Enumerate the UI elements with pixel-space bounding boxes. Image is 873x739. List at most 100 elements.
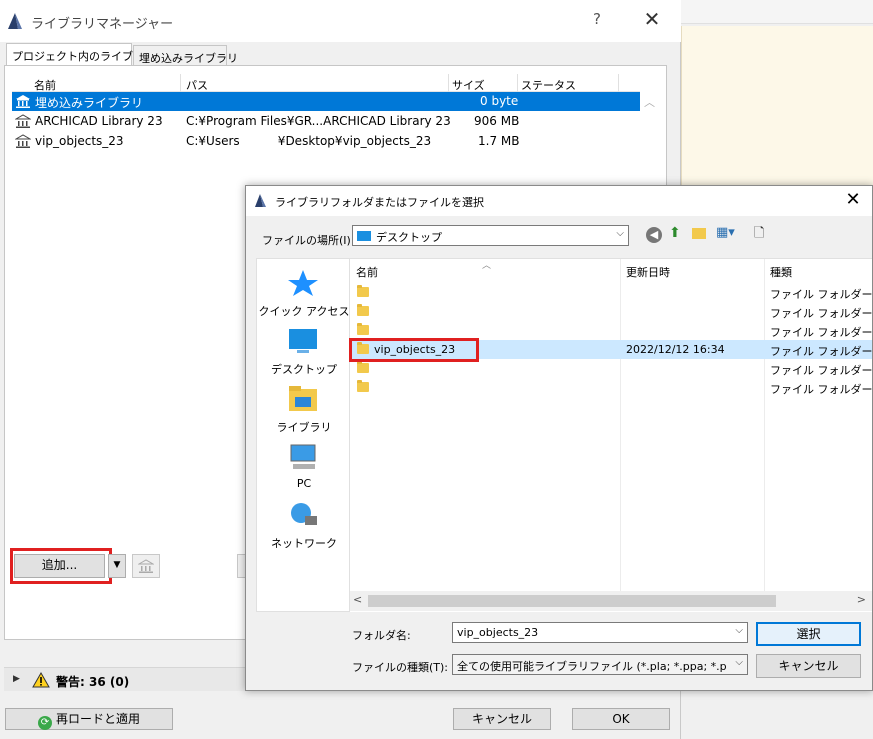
file-row[interactable]: ファイル フォルダー	[350, 302, 873, 321]
column-size[interactable]: サイズ	[452, 77, 485, 93]
file-type: ファイル フォルダー	[770, 307, 873, 320]
dialog-titlebar: ライブラリフォルダまたはファイルを選択 ✕	[246, 186, 872, 216]
refresh-icon: ⟳	[37, 716, 52, 730]
place-network[interactable]: ネットワーク	[257, 501, 351, 553]
view-menu-icon[interactable]: ▦▾	[716, 225, 735, 240]
library-name: ARCHICAD Library 23	[35, 114, 163, 128]
library-path: C:¥Users ¥Desktop¥vip_objects_23	[186, 134, 432, 148]
file-type: ファイル フォルダー	[770, 364, 873, 377]
file-row[interactable]: ファイル フォルダー	[350, 283, 873, 302]
column-name[interactable]: 名前	[356, 264, 378, 280]
dialog-close-icon[interactable]: ✕	[842, 189, 864, 211]
close-button[interactable]: ✕	[640, 8, 664, 30]
folder-name-input[interactable]: vip_objects_23 ⌵	[452, 622, 748, 643]
computer-icon	[290, 444, 316, 469]
library-row[interactable]: vip_objects_23 C:¥Users ¥Desktop¥vip_obj…	[12, 132, 640, 151]
help-button[interactable]: ?	[588, 10, 606, 28]
place-label: ネットワーク	[271, 537, 337, 550]
library-name: 埋め込みライブラリ	[35, 96, 144, 110]
warning-count: 警告: 36 (0)	[56, 675, 130, 689]
add-dropdown-button[interactable]: ▼	[108, 554, 126, 578]
chevron-down-icon: ▼	[113, 560, 121, 570]
dialog-cancel-button[interactable]: キャンセル	[756, 654, 861, 678]
place-label: PC	[296, 477, 312, 490]
tab-project-libraries[interactable]: プロジェクト内のライブラリ	[6, 43, 155, 67]
reload-apply-label: 再ロードと適用	[55, 712, 140, 726]
background-app-toolbar	[681, 0, 873, 24]
place-pc[interactable]: PC	[257, 443, 351, 495]
library-path: C:¥Program Files¥GR...ARCHICAD Library 2…	[186, 114, 451, 128]
library-row[interactable]: 埋め込みライブラリ 0 byte	[12, 92, 640, 111]
library-size: 0 byte	[480, 94, 519, 108]
file-modified: 2022/12/12 16:34	[626, 343, 725, 356]
reload-apply-button[interactable]: ⟳ 再ロードと適用	[5, 708, 173, 730]
library-remove-icon	[137, 559, 155, 573]
file-type-select[interactable]: 全ての使用可能ライブラリファイル (*.pla; *.ppa; *.pca; *…	[452, 654, 748, 675]
column-status[interactable]: ステータス	[521, 77, 576, 93]
place-label: クイック アクセス	[258, 305, 350, 318]
file-type: ファイル フォルダー	[770, 326, 873, 339]
add-button[interactable]: 追加...	[14, 554, 105, 578]
folder-icon	[357, 380, 369, 392]
up-folder-icon[interactable]: ⬆	[669, 225, 681, 241]
select-folder-dialog: ライブラリフォルダまたはファイルを選択 ✕ ファイルの場所(I): デスクトップ…	[245, 185, 873, 691]
expand-triangle-icon[interactable]: ▶	[13, 674, 20, 684]
file-type-label: ファイルの種類(T):	[352, 661, 449, 674]
ok-button[interactable]: OK	[572, 708, 670, 730]
library-size: 1.7 MB	[478, 134, 520, 148]
column-type[interactable]: 種類	[770, 264, 792, 280]
folder-name-label: フォルダ名:	[352, 629, 411, 642]
select-button[interactable]: 選択	[756, 622, 861, 646]
column-name[interactable]: 名前	[34, 77, 56, 93]
scroll-up-icon[interactable]: ︿	[644, 94, 655, 110]
chevron-down-icon: ⌵	[735, 657, 743, 668]
new-folder-icon[interactable]	[692, 228, 706, 239]
preview-icon[interactable]: 🗋	[754, 224, 764, 246]
library-row[interactable]: ARCHICAD Library 23 C:¥Program Files¥GR.…	[12, 112, 640, 131]
horizontal-scrollbar[interactable]: < >	[350, 591, 872, 611]
library-icon	[16, 95, 30, 108]
desktop-icon	[357, 231, 371, 241]
library-size: 906 MB	[474, 114, 520, 128]
place-label: ライブラリ	[276, 421, 332, 434]
column-path[interactable]: パス	[186, 77, 208, 93]
file-type-value: 全ての使用可能ライブラリファイル (*.pla; *.ppa; *.pca; *…	[457, 660, 727, 673]
folder-name-value: vip_objects_23	[457, 626, 539, 639]
place-label: デスクトップ	[271, 363, 337, 376]
file-type: ファイル フォルダー	[770, 345, 873, 358]
selected-folder-highlight	[349, 338, 479, 362]
file-list-header: 名前 ︿ 更新日時 種類	[350, 259, 872, 281]
sort-up-icon: ︿	[482, 261, 492, 271]
file-row[interactable]: ファイル フォルダー	[350, 378, 873, 397]
location-label: ファイルの場所(I):	[262, 234, 355, 247]
library-list-header: 名前 パス サイズ ステータス	[12, 74, 640, 92]
remove-library-button[interactable]	[132, 554, 160, 578]
archicad-logo-icon	[8, 13, 22, 29]
library-manager-titlebar: ライブラリマネージャー ? ✕	[0, 0, 681, 42]
file-list: 名前 ︿ 更新日時 種類 ファイル フォルダー ファイル フォルダー ファイル …	[349, 258, 873, 612]
place-libraries[interactable]: ライブラリ	[257, 385, 351, 437]
desktop-icon	[289, 329, 317, 353]
star-icon	[288, 270, 318, 296]
place-desktop[interactable]: デスクトップ	[257, 327, 351, 379]
warning-icon	[32, 672, 50, 688]
scroll-right-icon[interactable]: >	[857, 593, 866, 606]
archicad-logo-icon	[255, 194, 266, 207]
places-bar: クイック アクセス デスクトップ ライブラリ PC ネットワーク	[256, 258, 350, 612]
chevron-down-icon: ⌵	[616, 228, 624, 239]
library-icon	[15, 134, 31, 148]
library-name: vip_objects_23	[35, 134, 124, 148]
cancel-button[interactable]: キャンセル	[453, 708, 551, 730]
location-combo[interactable]: デスクトップ ⌵	[352, 225, 629, 246]
scroll-left-icon[interactable]: <	[353, 593, 362, 606]
folder-icon	[357, 323, 369, 335]
tab-embedded-library[interactable]: 埋め込みライブラリ	[133, 45, 238, 67]
folder-icon	[357, 361, 369, 373]
file-type: ファイル フォルダー	[770, 383, 873, 396]
library-icon	[15, 114, 31, 128]
place-quick-access[interactable]: クイック アクセス	[257, 269, 351, 321]
libraries-icon	[289, 386, 317, 411]
column-modified[interactable]: 更新日時	[626, 264, 670, 280]
scroll-thumb[interactable]	[368, 595, 776, 607]
back-icon[interactable]: ◀	[646, 227, 662, 243]
